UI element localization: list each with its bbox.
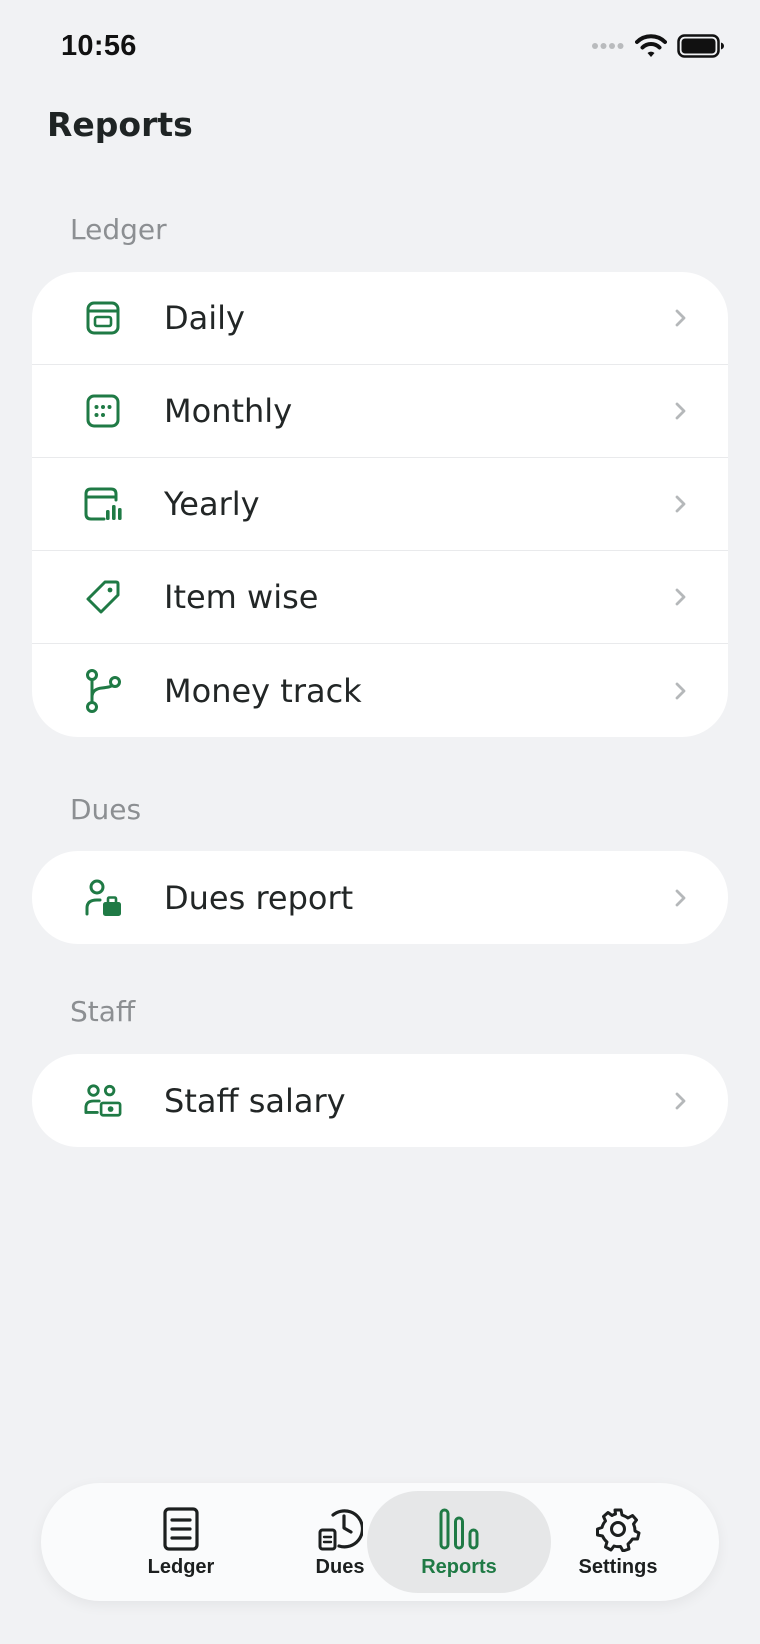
report-row-label: Dues report [164, 878, 354, 917]
settings-gear-icon [596, 1508, 641, 1552]
dues-clock-icon [318, 1508, 363, 1550]
report-row-label: Money track [164, 671, 362, 710]
section-label-ledger: Ledger [70, 213, 167, 246]
ledger-doc-icon [163, 1506, 199, 1551]
report-row-monthly[interactable]: Monthly [32, 365, 728, 458]
yearly-chart-icon [84, 485, 122, 523]
tab-label: Settings [578, 1555, 658, 1578]
chevron-right-icon [675, 495, 686, 513]
tab-label: Dues [315, 1555, 365, 1578]
page-title: Reports [47, 105, 193, 144]
status-time: 10:56 [61, 30, 137, 62]
report-row-yearly[interactable]: Yearly [32, 458, 728, 551]
report-row-label: Yearly [164, 485, 260, 523]
report-row-label: Item wise [164, 578, 319, 616]
battery-icon [677, 34, 724, 58]
report-row-staff-salary[interactable]: Staff salary [32, 1054, 728, 1147]
monthly-calendar-icon [84, 392, 122, 430]
tab-label: Reports [421, 1555, 497, 1578]
tag-icon [84, 578, 122, 616]
chevron-right-icon [675, 682, 686, 699]
staff-cash-icon [84, 1082, 122, 1120]
signal-dots-icon [592, 43, 624, 49]
chevron-right-icon [675, 1092, 686, 1109]
reports-bars-icon [439, 1508, 479, 1549]
report-row-money-track[interactable]: Money track [32, 644, 728, 737]
chevron-right-icon [675, 402, 686, 420]
tab-ledger[interactable]: Ledger [89, 1491, 273, 1593]
tab-label: Ledger [147, 1555, 215, 1578]
user-bag-icon [84, 879, 122, 917]
tab-reports[interactable]: Reports [367, 1491, 551, 1593]
ledger-card: Daily Monthly Yearly Item wise Money tra… [32, 272, 728, 737]
daily-calendar-icon [84, 299, 122, 337]
report-row-label: Staff salary [164, 1081, 346, 1120]
wifi-icon [635, 34, 667, 57]
report-row-label: Daily [164, 299, 245, 337]
bottom-tab-bar: Ledger Dues Reports Settings [41, 1483, 719, 1601]
report-row-item-wise[interactable]: Item wise [32, 551, 728, 644]
section-label-staff: Staff [70, 995, 136, 1028]
report-row-daily[interactable]: Daily [32, 272, 728, 365]
chevron-right-icon [675, 588, 686, 606]
status-icons [591, 34, 725, 58]
chevron-right-icon [675, 889, 686, 906]
tab-settings[interactable]: Settings [526, 1491, 710, 1593]
chevron-right-icon [675, 309, 686, 327]
status-bar: 10:56 [0, 0, 760, 96]
section-label-dues: Dues [70, 793, 142, 826]
report-row-label: Monthly [164, 392, 293, 430]
dues-card: Dues report [32, 851, 728, 944]
staff-card: Staff salary [32, 1054, 728, 1147]
report-row-dues-report[interactable]: Dues report [32, 851, 728, 944]
branch-icon [84, 668, 122, 713]
